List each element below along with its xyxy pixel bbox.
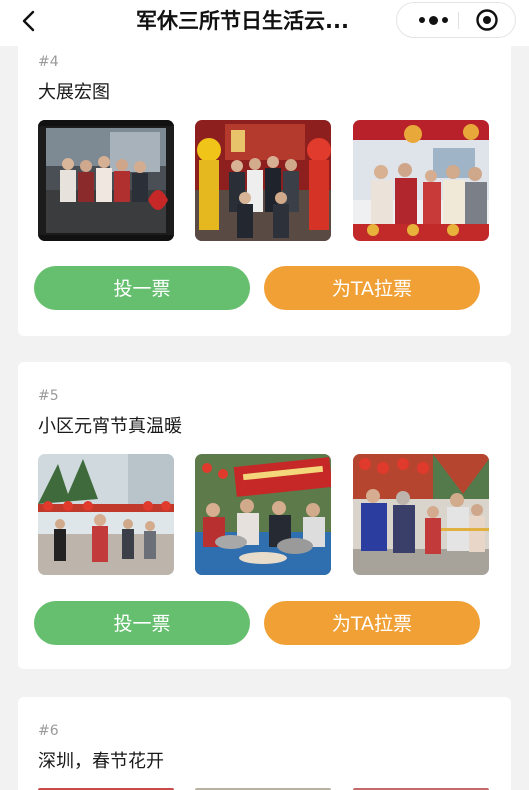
target-circle-icon[interactable] bbox=[475, 8, 499, 32]
entry-card: #5 小区元宵节真温暖 投一票 为TA拉票 bbox=[18, 362, 511, 669]
entry-photo[interactable] bbox=[353, 454, 489, 575]
nav-bar: 军休三所节日生活云... bbox=[0, 0, 529, 46]
capsule-divider bbox=[458, 12, 459, 29]
page-title: 军休三所节日生活云... bbox=[136, 9, 349, 33]
mini-program-capsule bbox=[396, 2, 516, 38]
entry-photo[interactable] bbox=[38, 120, 174, 241]
entry-title: 大展宏图 bbox=[38, 82, 110, 103]
entry-number: #4 bbox=[38, 54, 59, 70]
canvass-button[interactable]: 为TA拉票 bbox=[264, 266, 480, 310]
entry-photo[interactable] bbox=[353, 120, 489, 241]
entry-photo[interactable] bbox=[195, 454, 331, 575]
entry-title: 深圳，春节花开 bbox=[38, 751, 164, 772]
entry-photo[interactable] bbox=[195, 120, 331, 241]
entry-number: #6 bbox=[38, 723, 59, 739]
back-chevron-icon[interactable] bbox=[18, 9, 42, 33]
entry-title: 小区元宵节真温暖 bbox=[38, 416, 182, 437]
entry-photo[interactable] bbox=[38, 454, 174, 575]
entry-card: #6 深圳，春节花开 bbox=[18, 697, 511, 790]
vote-button[interactable]: 投一票 bbox=[34, 266, 250, 310]
canvass-button[interactable]: 为TA拉票 bbox=[264, 601, 480, 645]
entry-number: #5 bbox=[38, 388, 59, 404]
more-dots-icon[interactable] bbox=[411, 3, 455, 37]
entry-card: #4 大展宏图 投一票 为TA拉票 bbox=[18, 40, 511, 336]
vote-button[interactable]: 投一票 bbox=[34, 601, 250, 645]
